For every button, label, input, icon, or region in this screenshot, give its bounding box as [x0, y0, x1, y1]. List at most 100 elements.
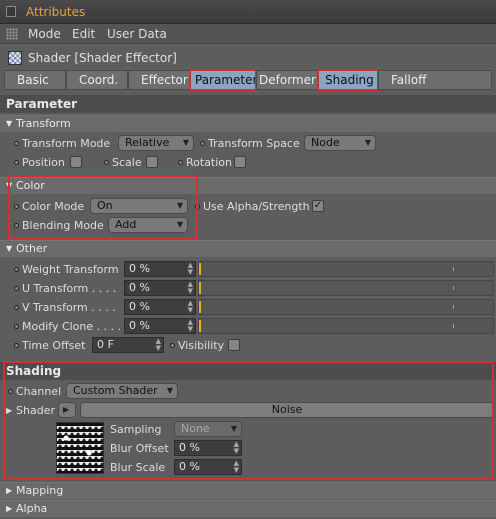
blur-offset-label: Blur Offset [110, 442, 169, 455]
position-checkbox[interactable] [70, 156, 82, 168]
spinner-icon[interactable]: ▲ ▼ [188, 319, 193, 333]
weight-transform-row: Weight Transform 0 % ▲ ▼ [0, 260, 496, 279]
spinner-icon[interactable]: ▲ ▼ [234, 460, 239, 474]
channel-dropdown[interactable]: Custom Shader ▼ [66, 383, 178, 399]
animation-dot-icon[interactable] [14, 286, 19, 291]
modify-clone-row: Modify Clone . . . . 0 % ▲ ▼ [0, 317, 496, 336]
animation-dot-icon[interactable] [14, 343, 19, 348]
menu-edit[interactable]: Edit [72, 27, 95, 41]
time-offset-value: 0 F [97, 338, 114, 351]
blur-scale-field[interactable]: 0 % ▲ ▼ [174, 459, 242, 475]
blending-mode-dropdown[interactable]: Add ▼ [108, 217, 188, 233]
use-alpha-checkbox[interactable]: ✓ [312, 200, 324, 212]
window-box-icon[interactable] [6, 6, 16, 17]
animation-dot-icon[interactable] [14, 223, 19, 228]
alpha-group-header[interactable]: ▶ Alpha [0, 500, 496, 517]
chevron-down-icon: ▼ [176, 220, 183, 229]
animation-dot-icon[interactable] [178, 160, 183, 165]
grip-icon[interactable] [6, 28, 18, 40]
tab-falloff[interactable]: Falloff [378, 70, 492, 90]
menu-user-data[interactable]: User Data [107, 27, 167, 41]
spinner-icon[interactable]: ▲ ▼ [188, 300, 193, 314]
other-group-header[interactable]: ▼ Other [0, 240, 496, 257]
animation-dot-icon[interactable] [195, 204, 200, 209]
position-label: Position [22, 156, 65, 169]
weight-transform-slider[interactable] [198, 261, 494, 277]
v-transform-field[interactable]: 0 % ▲ ▼ [124, 299, 196, 315]
chevron-down-icon: ▼ [230, 424, 237, 433]
menu-bar: Mode Edit User Data [0, 24, 496, 44]
u-transform-field[interactable]: 0 % ▲ ▼ [124, 280, 196, 296]
tab-effector[interactable]: Effector [128, 70, 190, 90]
animation-dot-icon[interactable] [200, 141, 205, 146]
animation-dot-icon[interactable] [14, 324, 19, 329]
chevron-down-icon: ▼ [364, 138, 371, 147]
color-mode-row: Color Mode On ▼ Use Alpha/Strength ✓ [0, 197, 496, 216]
animation-dot-icon[interactable] [14, 141, 19, 146]
animation-dot-icon[interactable] [170, 343, 175, 348]
mapping-group-title: Mapping [16, 484, 64, 497]
modify-clone-label: Modify Clone . . . . [22, 320, 122, 333]
spinner-icon[interactable]: ▲ ▼ [188, 281, 193, 295]
animation-dot-icon[interactable] [14, 160, 19, 165]
channel-label: Channel [16, 385, 62, 398]
channel-value: Custom Shader [73, 384, 158, 397]
spinner-icon[interactable]: ▲ ▼ [234, 441, 239, 455]
transform-space-value: Node [311, 136, 340, 149]
transform-group-header[interactable]: ▼ Transform [0, 115, 496, 132]
mapping-group-header[interactable]: ▶ Mapping [0, 482, 496, 499]
sampling-dropdown[interactable]: None ▼ [174, 421, 242, 437]
shader-effector-icon [8, 51, 22, 65]
visibility-checkbox[interactable] [228, 339, 240, 351]
shader-menu-button[interactable]: ▶ [58, 402, 76, 418]
v-transform-row: V Transform . . . . 0 % ▲ ▼ [0, 298, 496, 317]
shader-slot-button[interactable]: Noise [80, 402, 494, 418]
animation-dot-icon[interactable] [14, 267, 19, 272]
scale-label: Scale [112, 156, 142, 169]
u-transform-row: U Transform . . . . 0 % ▲ ▼ [0, 279, 496, 298]
time-offset-field[interactable]: 0 F ▲ ▼ [92, 337, 164, 353]
tab-shading[interactable]: Shading [317, 69, 379, 91]
color-group-title: Color [16, 179, 45, 192]
modify-clone-field[interactable]: 0 % ▲ ▼ [124, 318, 196, 334]
v-transform-slider[interactable] [198, 299, 494, 315]
spinner-icon[interactable]: ▲ ▼ [188, 262, 193, 276]
tab-basic[interactable]: Basic [4, 70, 66, 90]
slider-marker[interactable] [199, 301, 201, 313]
menu-mode[interactable]: Mode [28, 27, 61, 41]
transform-mode-row: Transform Mode Relative ▼ Transform Spac… [0, 134, 496, 153]
animation-dot-icon[interactable] [8, 389, 13, 394]
blur-offset-row: Blur Offset 0 % ▲ ▼ [0, 439, 496, 458]
tab-deformer[interactable]: Deformer [256, 70, 318, 90]
color-group-header[interactable]: ▼ Color [0, 177, 496, 194]
blur-offset-value: 0 % [179, 441, 200, 454]
weight-transform-field[interactable]: 0 % ▲ ▼ [124, 261, 196, 277]
color-mode-value: On [97, 199, 113, 212]
expand-triangle-icon[interactable]: ▶ [6, 406, 12, 415]
sampling-label: Sampling [110, 423, 162, 436]
chevron-down-icon: ▼ [176, 201, 183, 210]
tab-coord[interactable]: Coord. [66, 70, 128, 90]
scale-checkbox[interactable] [146, 156, 158, 168]
rotation-checkbox[interactable] [234, 156, 246, 168]
other-group-title: Other [16, 242, 48, 255]
color-mode-dropdown[interactable]: On ▼ [90, 198, 188, 214]
object-title: Shader [Shader Effector] [28, 51, 177, 65]
animation-dot-icon[interactable] [14, 305, 19, 310]
tab-parameter[interactable]: Parameter [189, 69, 257, 91]
slider-marker[interactable] [199, 282, 201, 294]
transform-space-dropdown[interactable]: Node ▼ [304, 135, 376, 151]
transform-mode-dropdown[interactable]: Relative ▼ [118, 135, 194, 151]
animation-dot-icon[interactable] [104, 160, 109, 165]
slider-tick [453, 286, 454, 290]
window-titlebar: Attributes [0, 0, 496, 24]
modify-clone-slider[interactable] [198, 318, 494, 334]
slider-marker[interactable] [199, 320, 201, 332]
animation-dot-icon[interactable] [14, 204, 19, 209]
u-transform-slider[interactable] [198, 280, 494, 296]
spinner-icon[interactable]: ▲ ▼ [156, 338, 161, 352]
blur-offset-field[interactable]: 0 % ▲ ▼ [174, 440, 242, 456]
slider-marker[interactable] [199, 263, 201, 275]
transform-mode-value: Relative [125, 136, 170, 149]
transform-flags-row: Position Scale Rotation [0, 153, 496, 172]
